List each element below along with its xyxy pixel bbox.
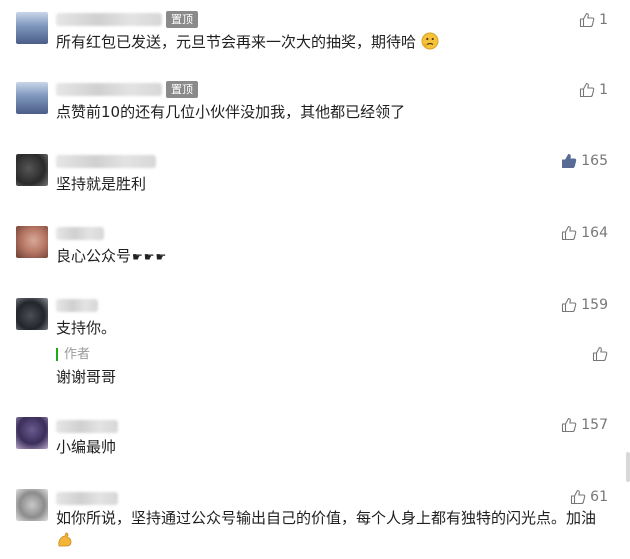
commenter-name-blurred <box>56 227 104 240</box>
pointing-hand-emoji: ☛ <box>155 250 167 264</box>
thumbs-up-outline-icon <box>571 489 586 505</box>
author-reply-text: 谢谢哥哥 <box>56 368 117 386</box>
comment-text: 支持你。 <box>56 319 117 337</box>
comment-text: 坚持就是胜利 <box>56 175 147 193</box>
avatar[interactable] <box>16 12 48 44</box>
like-button[interactable]: 1 <box>579 82 608 98</box>
avatar[interactable] <box>16 489 48 521</box>
pinned-badge: 置顶 <box>166 81 198 98</box>
like-count: 159 <box>581 297 608 313</box>
avatar[interactable] <box>16 417 48 449</box>
like-button[interactable]: 165 <box>561 153 608 169</box>
thumbs-up-outline-icon <box>580 12 595 28</box>
commenter-name-blurred <box>56 299 98 312</box>
thumbs-up-outline-icon <box>562 417 577 433</box>
commenter-name-blurred <box>56 492 118 505</box>
like-button[interactable]: 157 <box>561 417 608 433</box>
thumbs-up-filled-icon <box>562 154 577 168</box>
commenter-name-blurred <box>56 420 118 433</box>
pointing-hand-emoji: ☛ <box>143 250 155 264</box>
like-count: 164 <box>581 225 608 241</box>
like-count: 1 <box>599 82 608 98</box>
commenter-name-blurred <box>56 83 162 96</box>
like-count: 157 <box>581 417 608 433</box>
pointing-hand-emoji: ☛ <box>132 250 143 264</box>
comment-text: 所有红包已发送，元旦节会再来一次大的抽奖，期待哈 <box>56 31 439 57</box>
scrollbar[interactable] <box>626 452 630 482</box>
thumbs-up-outline-icon <box>580 82 595 98</box>
thumbs-up-outline-icon <box>562 297 577 313</box>
comment-text: 小编最帅 <box>56 438 117 456</box>
avatar[interactable] <box>16 298 48 330</box>
comment-text: 良心公众号☛☛☛ <box>56 245 166 269</box>
commenter-name-blurred <box>56 155 156 168</box>
thinking-face-emoji <box>421 32 439 57</box>
pinned-badge: 置顶 <box>166 11 198 28</box>
avatar[interactable] <box>16 82 48 114</box>
avatar[interactable] <box>16 154 48 186</box>
like-button[interactable]: 159 <box>561 297 608 313</box>
author-reply-label: 作者 <box>56 348 90 361</box>
like-count: 1 <box>599 12 608 28</box>
like-button[interactable]: 164 <box>561 225 608 241</box>
comment-text: 如你所说，坚持通过公众号输出自己的价值，每个人身上都有独特的闪光点。加油 <box>56 507 611 556</box>
reply-like-button[interactable] <box>592 346 608 362</box>
like-button[interactable]: 1 <box>579 12 608 28</box>
flexed-biceps-emoji <box>56 531 74 556</box>
like-count: 165 <box>581 153 608 169</box>
like-button[interactable]: 61 <box>570 489 608 505</box>
thumbs-up-outline-icon <box>562 225 577 241</box>
thumbs-up-outline-icon <box>592 346 608 362</box>
commenter-name-blurred <box>56 13 162 26</box>
comment-text: 点赞前10的还有几位小伙伴没加我，其他都已经领了 <box>56 103 406 121</box>
avatar[interactable] <box>16 226 48 258</box>
like-count: 61 <box>590 489 608 505</box>
